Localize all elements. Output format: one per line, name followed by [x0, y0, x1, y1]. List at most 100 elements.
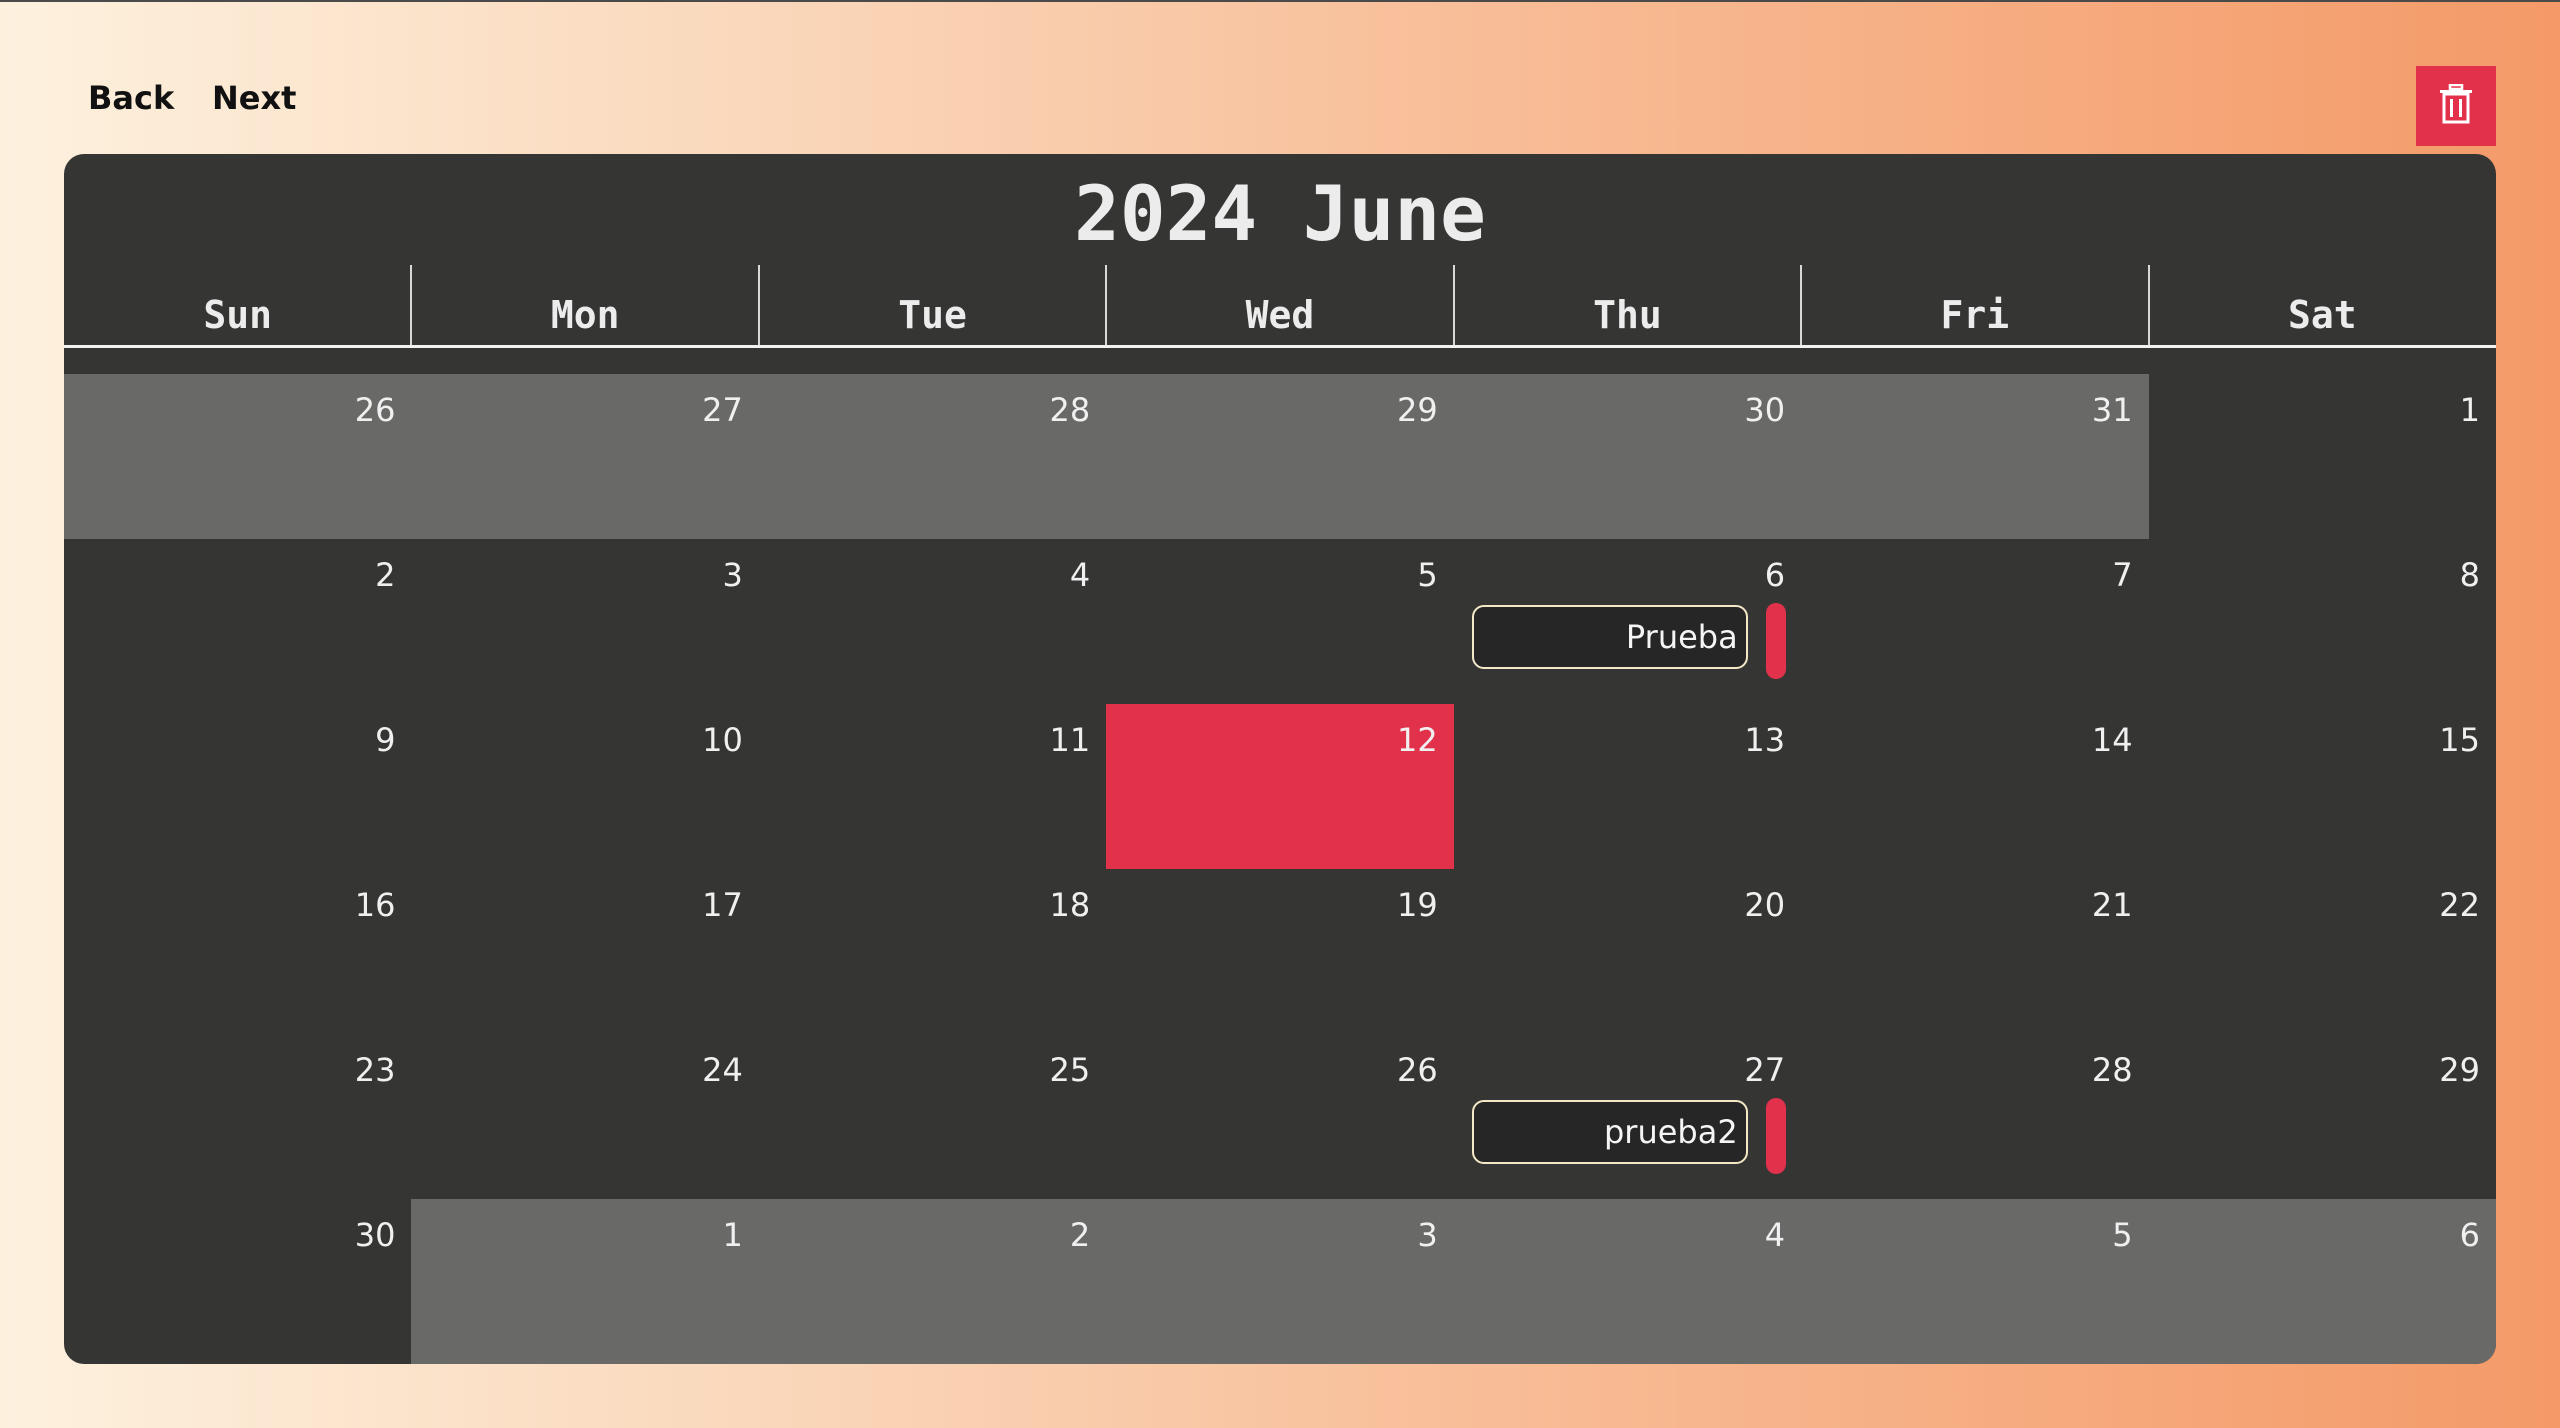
day-cell[interactable]: 9	[64, 704, 411, 869]
day-number: 13	[1744, 721, 1786, 759]
day-cell[interactable]: 5	[1801, 1199, 2149, 1364]
day-number: 2	[1069, 1216, 1091, 1254]
back-button[interactable]: Back	[88, 82, 174, 114]
day-number: 24	[702, 1051, 743, 1089]
day-cell[interactable]: 15	[2149, 704, 2496, 869]
event-chip[interactable]: Prueba	[1471, 605, 1748, 669]
day-cell[interactable]: 22	[2149, 869, 2496, 1034]
day-cell[interactable]: 31	[1801, 374, 2149, 539]
day-cell[interactable]: 30	[1453, 374, 1802, 539]
day-number: 10	[702, 721, 743, 759]
day-cell[interactable]: 3	[411, 539, 758, 704]
weekday-divider	[1800, 265, 1803, 345]
next-button[interactable]: Next	[212, 82, 296, 114]
weekday-divider	[1105, 265, 1108, 345]
day-number: 2	[375, 556, 396, 594]
day-number: 5	[2112, 1216, 2133, 1254]
day-number: 22	[2439, 886, 2480, 924]
calendar-grid: 26 27 28 29 30 31 1 2 3 4 5 6 7 8 9 10 11 12 13 14 15 16 17 18 1…	[64, 374, 2496, 1364]
day-number: 15	[2439, 721, 2480, 759]
day-number: 29	[2439, 1051, 2480, 1089]
day-number: 3	[722, 556, 743, 594]
day-number: 27	[702, 391, 743, 429]
day-cell[interactable]: 6	[2148, 1199, 2496, 1364]
day-cell[interactable]: 14	[1801, 704, 2148, 869]
event-marker[interactable]	[1765, 603, 1786, 679]
day-number: 21	[2091, 886, 2133, 924]
day-number: 31	[2091, 391, 2133, 429]
day-number: 20	[1744, 886, 1786, 924]
day-number: 14	[2091, 721, 2133, 759]
day-cell[interactable]: 16	[64, 869, 411, 1034]
day-number: 8	[2459, 556, 2480, 594]
weekday-tue: Tue	[898, 293, 967, 337]
weekday-wed: Wed	[1245, 293, 1315, 337]
day-number: 3	[1417, 1216, 1438, 1254]
day-cell[interactable]: 4	[1453, 1199, 1802, 1364]
day-cell[interactable]: 29	[2149, 1034, 2496, 1199]
day-cell[interactable]: 24	[411, 1034, 758, 1199]
month-title: 2024 June	[1074, 169, 1486, 258]
day-cell[interactable]: 28	[1801, 1034, 2148, 1199]
day-number: 6	[1764, 556, 1786, 594]
day-cell[interactable]: 21	[1801, 869, 2148, 1034]
weekday-divider	[757, 265, 760, 345]
day-number: 9	[375, 721, 396, 759]
day-number: 29	[1396, 391, 1438, 429]
weekday-divider	[410, 265, 413, 345]
day-cell[interactable]: 28	[758, 374, 1107, 539]
day-number: 17	[702, 886, 743, 924]
day-number: 6	[2459, 1216, 2480, 1254]
weekday-divider	[1452, 265, 1455, 345]
day-cell[interactable]: 17	[411, 869, 758, 1034]
day-cell-today[interactable]: 12	[1106, 704, 1454, 869]
day-cell[interactable]: 29	[1106, 374, 1454, 539]
weekday-sat: Sat	[2287, 293, 2357, 337]
day-number: 16	[354, 886, 396, 924]
day-number: 12	[1396, 721, 1438, 759]
day-number: 1	[722, 1216, 743, 1254]
day-cell[interactable]: 8	[2149, 539, 2496, 704]
day-cell[interactable]: 19	[1106, 869, 1453, 1034]
day-number: 30	[1744, 391, 1786, 429]
day-number: 7	[2112, 556, 2133, 594]
weekday-fri: Fri	[1940, 293, 2010, 337]
day-cell[interactable]: 23	[64, 1034, 411, 1199]
day-cell[interactable]: 25	[759, 1034, 1106, 1199]
day-cell[interactable]: 26	[64, 374, 412, 539]
day-cell[interactable]: 2	[64, 539, 411, 704]
day-cell[interactable]: 18	[759, 869, 1106, 1034]
calendar: 2024 June Sun Mon Tue Wed Thu Fri Sat 26 27 28 29…	[64, 154, 2496, 1364]
day-number: 5	[1417, 556, 1438, 594]
day-cell[interactable]: 13	[1454, 704, 1801, 869]
day-number: 26	[354, 391, 396, 429]
day-cell[interactable]: 2	[758, 1199, 1107, 1364]
day-number: 11	[1049, 721, 1091, 759]
day-cell[interactable]: 1	[2149, 374, 2496, 539]
day-cell[interactable]: 11	[759, 704, 1106, 869]
day-cell[interactable]: 27	[411, 374, 759, 539]
day-cell[interactable]: 10	[411, 704, 758, 869]
day-cell[interactable]: 3	[1106, 1199, 1454, 1364]
day-number: 28	[2091, 1051, 2133, 1089]
day-cell[interactable]: 20	[1454, 869, 1801, 1034]
day-number: 27	[1744, 1051, 1786, 1089]
event-marker[interactable]	[1765, 1098, 1786, 1174]
delete-button[interactable]	[2416, 66, 2496, 146]
day-number: 1	[2459, 391, 2480, 429]
day-cell[interactable]: 30	[64, 1199, 411, 1364]
day-number: 28	[1049, 391, 1091, 429]
weekday-divider	[2147, 265, 2150, 345]
day-number: 23	[354, 1051, 396, 1089]
day-number: 4	[1764, 1216, 1786, 1254]
day-number: 25	[1049, 1051, 1091, 1089]
event-chip[interactable]: prueba2	[1471, 1100, 1748, 1164]
day-number: 4	[1069, 556, 1091, 594]
header-divider	[64, 345, 2496, 348]
day-cell[interactable]: 5	[1106, 539, 1453, 704]
day-cell[interactable]: 7	[1801, 539, 2148, 704]
day-cell[interactable]: 1	[411, 1199, 759, 1364]
day-number: 18	[1049, 886, 1091, 924]
day-cell[interactable]: 4	[759, 539, 1106, 704]
day-cell[interactable]: 26	[1106, 1034, 1453, 1199]
